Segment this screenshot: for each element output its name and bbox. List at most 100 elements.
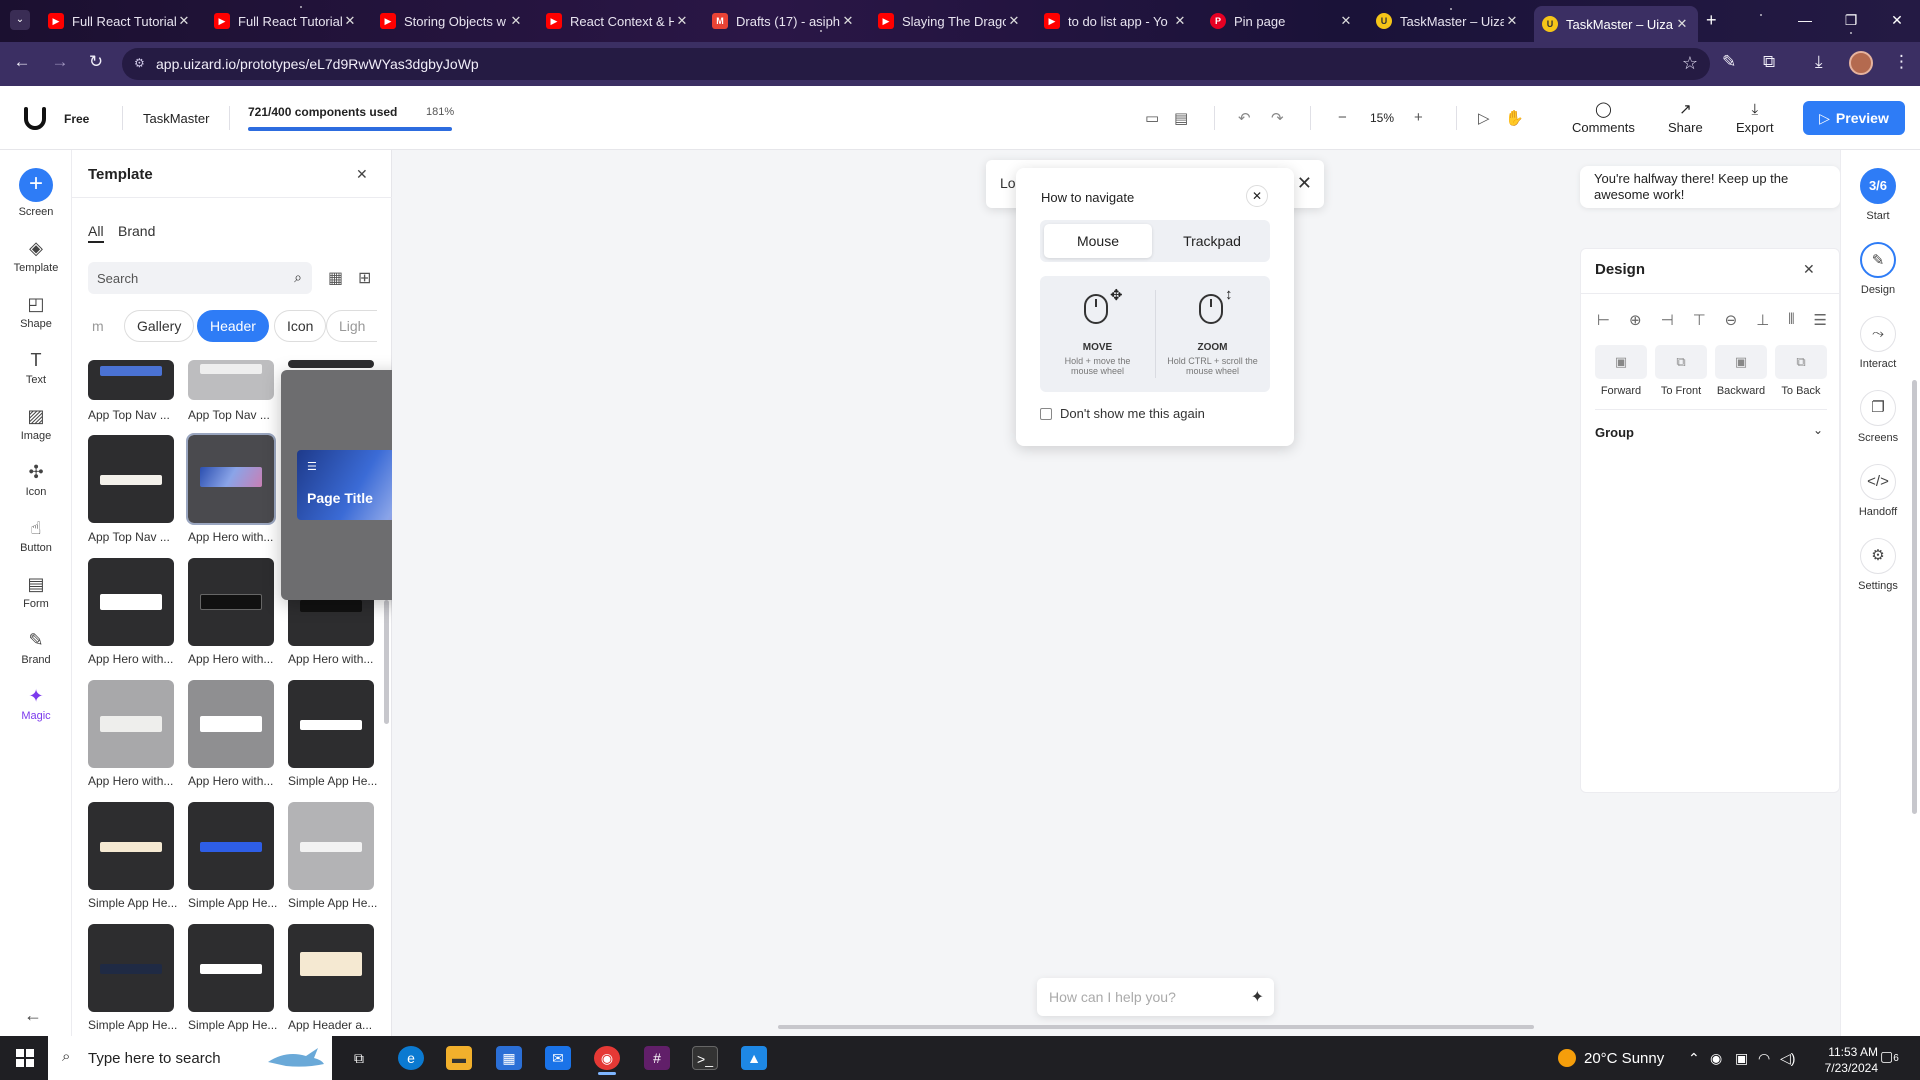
close-tab-icon[interactable]: ✕ xyxy=(176,13,192,29)
browser-tab[interactable]: ▶ React Context & H ✕ xyxy=(538,8,698,34)
rail-template[interactable]: ◈ Template xyxy=(0,238,72,274)
tab-all[interactable]: All xyxy=(88,223,104,243)
mobile-view-icon[interactable]: ▤ xyxy=(1174,109,1188,127)
category-chip[interactable]: Gallery xyxy=(124,310,195,342)
comments-button[interactable]: ◯ Comments xyxy=(1572,102,1635,136)
taskbar-search[interactable]: ⌕ Type here to search xyxy=(48,1036,332,1080)
site-info-icon[interactable]: ⚙ xyxy=(134,56,145,70)
distribute-vertical-icon[interactable]: ☰ xyxy=(1813,311,1826,329)
template-thumbnail[interactable] xyxy=(288,360,374,368)
browser-tab[interactable]: P Pin page ✕ xyxy=(1202,8,1362,34)
rail-icon[interactable]: ✣ Icon xyxy=(0,462,72,498)
browser-tab-active[interactable]: U TaskMaster – Uiza ✕ xyxy=(1534,6,1698,42)
zoom-in-icon[interactable]: + xyxy=(1414,109,1423,126)
zoom-level[interactable]: 15% xyxy=(1370,111,1394,125)
play-icon[interactable]: ▷ xyxy=(1478,109,1490,127)
back-icon[interactable]: ← xyxy=(10,52,34,72)
rail-text[interactable]: T Text xyxy=(0,350,72,386)
edge-icon[interactable]: e xyxy=(398,1046,424,1070)
restore-icon[interactable]: ❐ xyxy=(1828,0,1874,42)
tab-trackpad[interactable]: Trackpad xyxy=(1158,224,1266,258)
profile-avatar[interactable] xyxy=(1849,51,1873,75)
distribute-horizontal-icon[interactable]: ⫴ xyxy=(1788,311,1794,329)
template-thumbnail[interactable] xyxy=(288,924,374,1012)
tray-app-icon[interactable]: ◉ xyxy=(1710,1050,1722,1067)
grid-small-icon[interactable]: ▦ xyxy=(328,268,343,288)
align-right-icon[interactable]: ⊣ xyxy=(1661,311,1674,329)
browser-tab[interactable]: ▶ Slaying The Drago ✕ xyxy=(870,8,1030,34)
mail-icon[interactable]: ✉ xyxy=(545,1046,571,1070)
rail-image[interactable]: ▨ Image xyxy=(0,406,72,442)
align-bottom-icon[interactable]: ⊥ xyxy=(1756,311,1769,329)
design-canvas[interactable] xyxy=(392,150,1580,1036)
template-thumbnail[interactable] xyxy=(188,924,274,1012)
template-thumbnail[interactable] xyxy=(88,924,174,1012)
close-tab-icon[interactable]: ✕ xyxy=(1338,13,1354,29)
collapse-arrow-icon[interactable]: ← xyxy=(24,1005,42,1026)
close-icon[interactable]: ✕ xyxy=(1297,173,1312,194)
rail-interact[interactable]: ⤳ Interact xyxy=(1840,316,1916,370)
template-thumbnail[interactable] xyxy=(88,802,174,890)
reload-icon[interactable]: ↻ xyxy=(84,52,108,72)
template-thumbnail[interactable] xyxy=(88,680,174,768)
bookmark-star-icon[interactable]: ☆ xyxy=(1682,53,1698,74)
rail-form[interactable]: ▤ Form xyxy=(0,574,72,610)
photos-icon[interactable]: ▲ xyxy=(741,1046,767,1070)
close-tab-icon[interactable]: ✕ xyxy=(674,13,690,29)
chevron-down-icon[interactable]: ⌄ xyxy=(1813,423,1823,437)
redo-icon[interactable]: ↷ xyxy=(1271,109,1284,127)
align-top-icon[interactable]: ⊤ xyxy=(1693,311,1706,329)
undo-icon[interactable]: ↶ xyxy=(1238,109,1251,127)
notifications-icon[interactable]: ▢6 xyxy=(1880,1048,1899,1065)
align-middle-icon[interactable]: ⊖ xyxy=(1725,311,1738,329)
rail-screens[interactable]: ❐ Screens xyxy=(1840,390,1916,444)
close-icon[interactable]: ✕ xyxy=(356,166,368,183)
template-thumbnail[interactable] xyxy=(188,802,274,890)
to-back-button[interactable]: ⧉ To Back xyxy=(1775,345,1827,397)
uizard-logo[interactable] xyxy=(22,105,48,131)
search-icon[interactable]: ⌕ xyxy=(294,269,302,286)
rail-handoff[interactable]: </> Handoff xyxy=(1840,464,1916,518)
close-tab-icon[interactable]: ✕ xyxy=(1006,13,1022,29)
canvas-horizontal-scrollbar[interactable] xyxy=(778,1025,1534,1029)
windows-start-icon[interactable] xyxy=(16,1049,34,1067)
align-center-horizontal-icon[interactable]: ⊕ xyxy=(1629,311,1642,329)
new-tab-icon[interactable]: + xyxy=(1706,10,1717,31)
tray-app-icon[interactable]: ▣ xyxy=(1735,1050,1748,1067)
tab-search-button[interactable]: ⌄ xyxy=(10,10,30,30)
browser-tab[interactable]: ▶ Full React Tutorial ✕ xyxy=(40,8,200,34)
downloads-icon[interactable]: ⤓ xyxy=(1815,52,1823,72)
tab-mouse[interactable]: Mouse xyxy=(1044,224,1152,258)
template-thumbnail[interactable] xyxy=(88,360,174,400)
browser-tab[interactable]: M Drafts (17) - asiph ✕ xyxy=(704,8,864,34)
close-tab-icon[interactable]: ✕ xyxy=(1674,16,1690,32)
export-button[interactable]: ⤓ Export xyxy=(1736,102,1774,136)
close-window-icon[interactable]: ✕ xyxy=(1874,0,1920,42)
hand-tool-icon[interactable]: ✋ xyxy=(1505,109,1524,127)
ai-assistant-input[interactable]: How can I help you? ✦ xyxy=(1037,978,1274,1016)
checkbox[interactable] xyxy=(1040,407,1052,420)
browser-tab[interactable]: ▶ Full React Tutorial ✕ xyxy=(206,8,366,34)
template-thumbnail[interactable] xyxy=(188,680,274,768)
close-tab-icon[interactable]: ✕ xyxy=(1172,13,1188,29)
to-front-button[interactable]: ⧉ To Front xyxy=(1655,345,1707,397)
volume-icon[interactable]: ◁) xyxy=(1780,1050,1795,1067)
category-chip[interactable]: Icon xyxy=(274,310,327,342)
template-thumbnail[interactable] xyxy=(88,558,174,646)
forward-icon[interactable]: → xyxy=(48,52,72,72)
browser-tab[interactable]: ▶ to do list app - Yo ✕ xyxy=(1036,8,1196,34)
extension-pen-icon[interactable]: ✎ xyxy=(1722,52,1736,72)
minimize-icon[interactable]: — xyxy=(1782,0,1828,42)
category-chip-active[interactable]: Header xyxy=(197,310,269,342)
desktop-view-icon[interactable]: ▭ xyxy=(1145,109,1159,127)
address-bar[interactable]: ⚙ app.uizard.io/prototypes/eL7d9RwWYas3d… xyxy=(122,48,1710,80)
group-section[interactable]: Group xyxy=(1595,425,1634,440)
extensions-icon[interactable]: ⧉ xyxy=(1763,52,1775,72)
close-icon[interactable]: ✕ xyxy=(1246,185,1268,207)
share-button[interactable]: ↗ Share xyxy=(1668,102,1703,136)
close-tab-icon[interactable]: ✕ xyxy=(840,13,856,29)
tray-chevron-icon[interactable]: ⌃ xyxy=(1688,1050,1700,1067)
terminal-icon[interactable]: >_ xyxy=(692,1046,718,1070)
browser-menu-icon[interactable]: ⋮ xyxy=(1893,52,1910,72)
template-thumbnail-selected[interactable] xyxy=(186,433,276,525)
